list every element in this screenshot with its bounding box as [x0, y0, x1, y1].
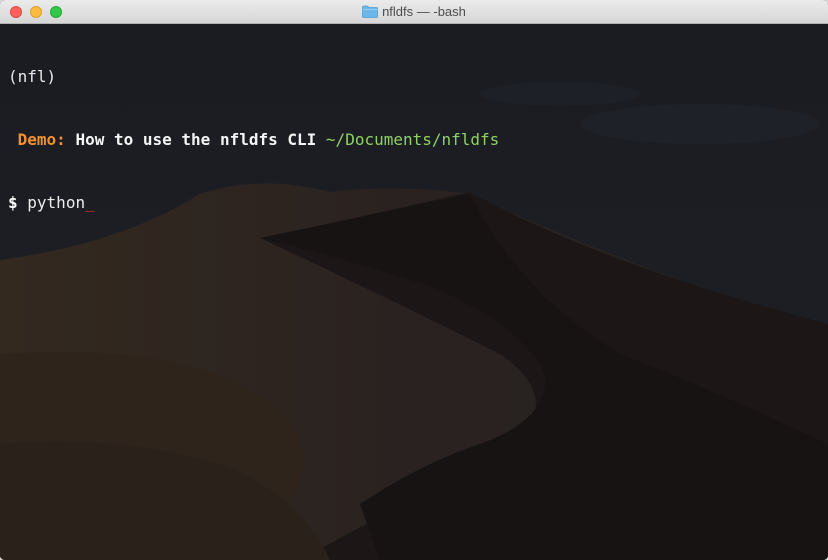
prompt-line: Demo: How to use the nfldfs CLI ~/Docume…: [8, 129, 500, 150]
command-input[interactable]: python: [27, 193, 85, 212]
title-bar[interactable]: nfldfs — -bash: [0, 0, 828, 24]
folder-icon: [362, 5, 378, 18]
prompt-path: ~/Documents/nfldfs: [325, 130, 500, 149]
text-cursor: _: [85, 193, 95, 212]
terminal-window: nfldfs — -bash (nfl) Demo: How to use th…: [0, 0, 828, 560]
input-line[interactable]: $ python_: [8, 192, 499, 213]
prompt-label: Demo:: [17, 130, 66, 149]
prompt-message: How to use the nfldfs CLI: [75, 130, 317, 149]
virtualenv-name: (nfl): [8, 67, 57, 86]
prompt-symbol: $: [8, 193, 18, 212]
terminal-output: (nfl) Demo: How to use the nfldfs CLI ~/…: [8, 24, 499, 255]
window-title-wrap: nfldfs — -bash: [0, 4, 828, 20]
terminal-area[interactable]: (nfl) Demo: How to use the nfldfs CLI ~/…: [0, 24, 828, 560]
env-line: (nfl): [8, 66, 499, 87]
window-title: nfldfs — -bash: [382, 4, 466, 19]
